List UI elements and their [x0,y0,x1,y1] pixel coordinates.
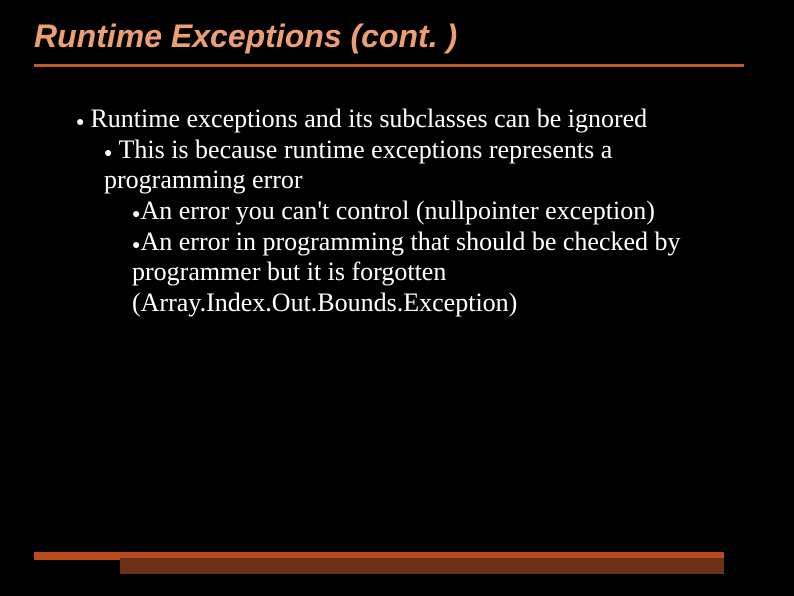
footer-bar-bottom [120,558,724,574]
slide-title: Runtime Exceptions (cont. ) [0,0,794,55]
bullet-text: This is because runtime exceptions repre… [104,135,612,195]
bullet-text: An error you can't control (nullpointer … [140,196,654,225]
bullet-level-1: ● Runtime exceptions and its subclasses c… [76,104,756,135]
title-underline [34,64,744,67]
slide-content: ● Runtime exceptions and its subclasses c… [76,104,756,319]
bullet-icon: ● [76,115,84,132]
slide: Runtime Exceptions (cont. ) ● Runtime exc… [0,0,794,596]
bullet-level-3: ●An error you can't control (nullpointer… [132,196,756,227]
bullet-text: An error in programming that should be c… [132,227,681,317]
bullet-level-3: ●An error in programming that should be … [132,227,756,319]
bullet-level-2: ●This is because runtime exceptions repr… [104,135,756,196]
footer-decoration [0,534,794,574]
bullet-icon: ● [104,146,112,163]
bullet-text: Runtime exceptions and its subclasses ca… [90,104,647,133]
